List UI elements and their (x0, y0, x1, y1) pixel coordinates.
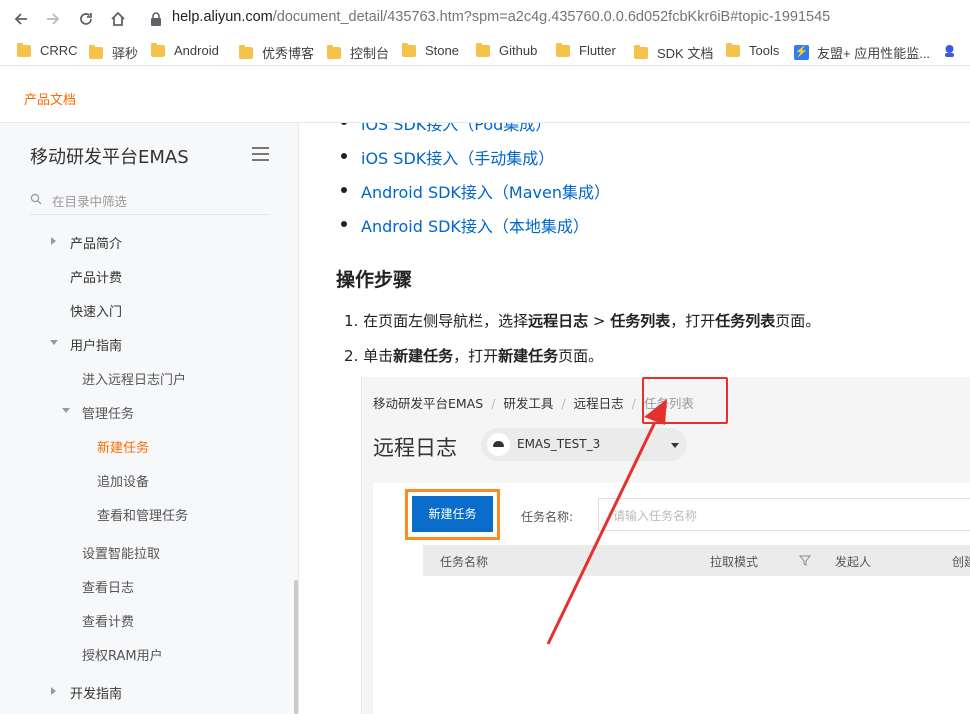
doc-content: iOS SDK接入（Pod集成） iOS SDK接入（手动集成） Android… (300, 123, 970, 714)
browser-toolbar: help.aliyun.com/document_detail/435763.h… (0, 0, 970, 38)
site-header: 产品文档 (0, 67, 970, 123)
bookmark-umeng[interactable]: ⚡ 友盟+ 应用性能监... (794, 43, 930, 62)
bookmark-yimiao[interactable]: 驿秒 (89, 43, 138, 62)
link-android-local[interactable]: Android SDK接入（本地集成） (341, 213, 589, 237)
sidebar-item-product-intro[interactable]: 产品简介 (70, 233, 122, 252)
sidebar: 移动研发平台EMAS 在目录中筛选 产品简介 产品计费 快速入门 用户指南 进入… (0, 123, 299, 714)
folder-icon (634, 44, 648, 59)
caret-down-icon[interactable] (62, 408, 70, 413)
caret-right-icon[interactable] (51, 687, 56, 695)
folder-icon (17, 42, 31, 57)
step-2: 2. 单击新建任务，打开新建任务页面。 (344, 347, 604, 365)
embedded-screenshot: 移动研发平台EMAS / 研发工具 / 远程日志 / 任务列表 远程日志 EMAS_TEST… (361, 377, 970, 714)
bookmark-label: Android (174, 43, 219, 58)
reload-icon[interactable] (75, 8, 97, 30)
caret-down-icon[interactable] (50, 340, 58, 345)
sidebar-filter-input[interactable]: 在目录中筛选 (30, 187, 269, 215)
sidebar-item-manage-tasks[interactable]: 管理任务 (82, 403, 134, 422)
sidebar-item-new-task[interactable]: 新建任务 (97, 437, 149, 456)
url-path: /document_detail/435763.htm?spm=a2c4g.43… (272, 9, 831, 25)
caret-right-icon[interactable] (51, 237, 56, 245)
folder-icon (476, 42, 490, 57)
home-icon[interactable] (107, 8, 129, 30)
bookmark-label: 控制台 (350, 46, 390, 61)
url-host: help.aliyun.com (172, 9, 273, 25)
folder-icon (151, 42, 165, 57)
sidebar-item-view-logs[interactable]: 查看日志 (82, 577, 134, 596)
search-icon (30, 193, 42, 205)
bookmark-label: 优秀博客 (262, 46, 315, 61)
bookmark-blogs[interactable]: 优秀博客 (239, 43, 314, 62)
bookmark-android[interactable]: Android (151, 42, 219, 58)
bookmarks-bar: CRRC 驿秒 Android 优秀博客 控制台 Stone Github Fl… (0, 38, 970, 66)
lock-icon[interactable] (148, 11, 164, 27)
sidebar-item-enter-portal[interactable]: 进入远程日志门户 (82, 369, 186, 388)
umeng-icon: ⚡ (794, 45, 809, 60)
bookmark-label: 友盟+ 应用性能监... (817, 46, 931, 61)
bookmark-github[interactable]: Github (476, 42, 538, 58)
bookmark-flutter[interactable]: Flutter (556, 42, 616, 58)
sidebar-item-user-guide[interactable]: 用户指南 (70, 335, 122, 354)
sidebar-item-dev-guide[interactable]: 开发指南 (70, 683, 122, 702)
menu-icon[interactable] (252, 147, 269, 161)
folder-icon (402, 42, 416, 57)
sidebar-item-view-manage-tasks[interactable]: 查看和管理任务 (97, 505, 188, 524)
back-arrow-icon[interactable] (10, 8, 32, 30)
forward-arrow-icon[interactable] (42, 8, 64, 30)
link-ios-manual[interactable]: iOS SDK接入（手动集成） (340, 145, 554, 169)
red-arrow-annotation (546, 399, 667, 645)
folder-icon (89, 44, 103, 59)
bookmark-label: SDK 文档 (657, 46, 714, 61)
bookmark-label: 驿秒 (112, 46, 139, 61)
sidebar-item-quickstart[interactable]: 快速入门 (70, 301, 122, 320)
bookmark-more[interactable] (942, 43, 963, 58)
link-ios-pod[interactable]: iOS SDK接入（Pod集成） (340, 123, 551, 135)
folder-icon (327, 44, 341, 59)
link-android-maven[interactable]: Android SDK接入（Maven集成） (341, 179, 610, 203)
bookmark-label: Github (499, 43, 538, 58)
sidebar-item-add-device[interactable]: 追加设备 (97, 471, 149, 490)
product-docs-link[interactable]: 产品文档 (24, 89, 76, 108)
bookmark-crrc[interactable]: CRRC (17, 42, 78, 58)
bookmark-label: Flutter (579, 43, 616, 58)
folder-icon (726, 42, 740, 57)
bookmark-stone[interactable]: Stone (402, 42, 459, 58)
bookmark-label: Tools (749, 43, 780, 58)
bookmark-label: CRRC (40, 43, 78, 58)
step-1: 1. 在页面左侧导航栏，选择远程日志 > 任务列表，打开任务列表页面。 (344, 312, 821, 330)
bookmark-console[interactable]: 控制台 (327, 43, 389, 62)
bookmark-tools[interactable]: Tools (726, 42, 780, 58)
avatar-icon (945, 45, 954, 57)
filter-placeholder: 在目录中筛选 (52, 194, 128, 209)
folder-icon (239, 44, 253, 59)
bookmark-label: Stone (425, 43, 459, 58)
sidebar-item-ram-users[interactable]: 授权RAM用户 (82, 645, 163, 664)
sidebar-title: 移动研发平台EMAS (30, 147, 189, 168)
sidebar-item-view-billing[interactable]: 查看计费 (82, 611, 134, 630)
sidebar-item-billing[interactable]: 产品计费 (70, 267, 122, 286)
steps-heading: 操作步骤 (336, 269, 413, 291)
url-field[interactable]: help.aliyun.com/document_detail/435763.h… (172, 9, 830, 25)
sidebar-scrollbar[interactable] (294, 580, 298, 714)
sidebar-item-smart-pull[interactable]: 设置智能拉取 (82, 543, 160, 562)
bookmark-sdk-docs[interactable]: SDK 文档 (634, 43, 713, 62)
folder-icon (556, 42, 570, 57)
